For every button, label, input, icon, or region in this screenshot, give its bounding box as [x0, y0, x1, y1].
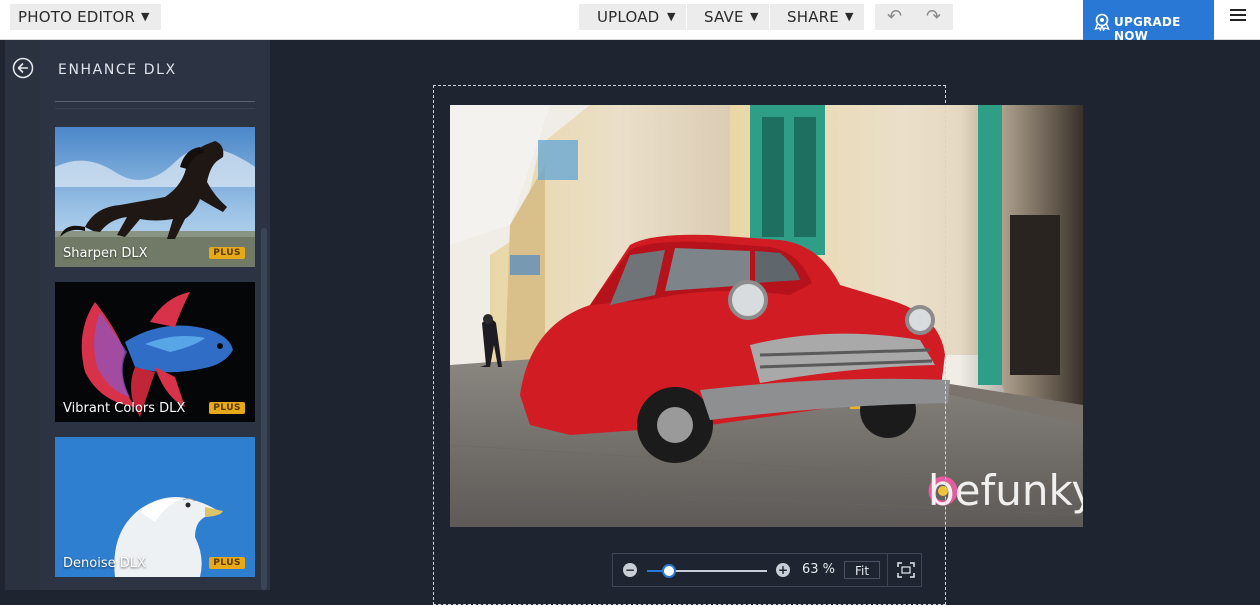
crop-selection-box[interactable] — [433, 85, 946, 605]
photo-editor-menu-button[interactable]: PHOTO EDITOR ▼ — [10, 4, 161, 30]
share-button[interactable]: SHARE ▼ — [770, 4, 864, 30]
share-label: SHARE — [787, 8, 839, 26]
redo-icon[interactable]: ↷ — [914, 4, 953, 30]
divider — [55, 108, 255, 109]
chevron-down-icon: ▼ — [141, 10, 150, 23]
chevron-down-icon: ▼ — [667, 10, 676, 23]
chevron-down-icon: ▼ — [845, 10, 854, 23]
upload-label: UPLOAD — [597, 8, 660, 26]
left-rail — [5, 40, 40, 590]
plus-badge: PLUS — [209, 247, 245, 259]
vibrant-colors-dlx-card[interactable]: Vibrant Colors DLX PLUS — [55, 282, 255, 422]
fit-button[interactable]: Fit — [844, 561, 880, 579]
hamburger-menu-icon[interactable] — [1230, 9, 1246, 25]
zoom-bar: − + 63 % Fit — [612, 553, 922, 587]
card-label: Vibrant Colors DLX — [63, 401, 186, 416]
divider — [887, 554, 888, 586]
zoom-percent: 63 % — [802, 562, 836, 577]
befunky-watermark: befunky — [928, 466, 1083, 515]
panel-title: ENHANCE DLX — [58, 62, 177, 78]
upgrade-badge-icon — [1094, 13, 1110, 31]
photo-editor-menu-label: PHOTO EDITOR — [18, 8, 136, 26]
panel-scrollbar[interactable] — [261, 228, 267, 590]
chevron-down-icon: ▼ — [750, 10, 759, 23]
upload-button[interactable]: UPLOAD ▼ — [579, 4, 686, 30]
divider — [55, 101, 255, 102]
zoom-in-icon[interactable]: + — [776, 563, 790, 577]
denoise-dlx-card[interactable]: Denoise DLX PLUS — [55, 437, 255, 577]
plus-badge: PLUS — [209, 402, 245, 414]
sharpen-dlx-card[interactable]: Sharpen DLX PLUS — [55, 127, 255, 267]
back-arrow-icon[interactable] — [12, 57, 34, 79]
upgrade-now-label: UPGRADE NOW — [1114, 15, 1181, 43]
undo-icon[interactable]: ↶ — [875, 4, 914, 30]
save-button[interactable]: SAVE ▼ — [687, 4, 769, 30]
save-label: SAVE — [704, 8, 744, 26]
plus-badge: PLUS — [209, 557, 245, 569]
top-toolbar: PHOTO EDITOR ▼ UPLOAD ▼ SAVE ▼ SHARE ▼ ↶… — [0, 0, 1260, 40]
card-label: Sharpen DLX — [63, 246, 148, 261]
fullscreen-icon[interactable] — [897, 562, 915, 578]
undo-redo-group: ↶ ↷ — [875, 4, 953, 30]
card-label: Denoise DLX — [63, 556, 146, 571]
zoom-out-icon[interactable]: − — [623, 563, 637, 577]
zoom-slider-thumb[interactable] — [661, 564, 676, 578]
